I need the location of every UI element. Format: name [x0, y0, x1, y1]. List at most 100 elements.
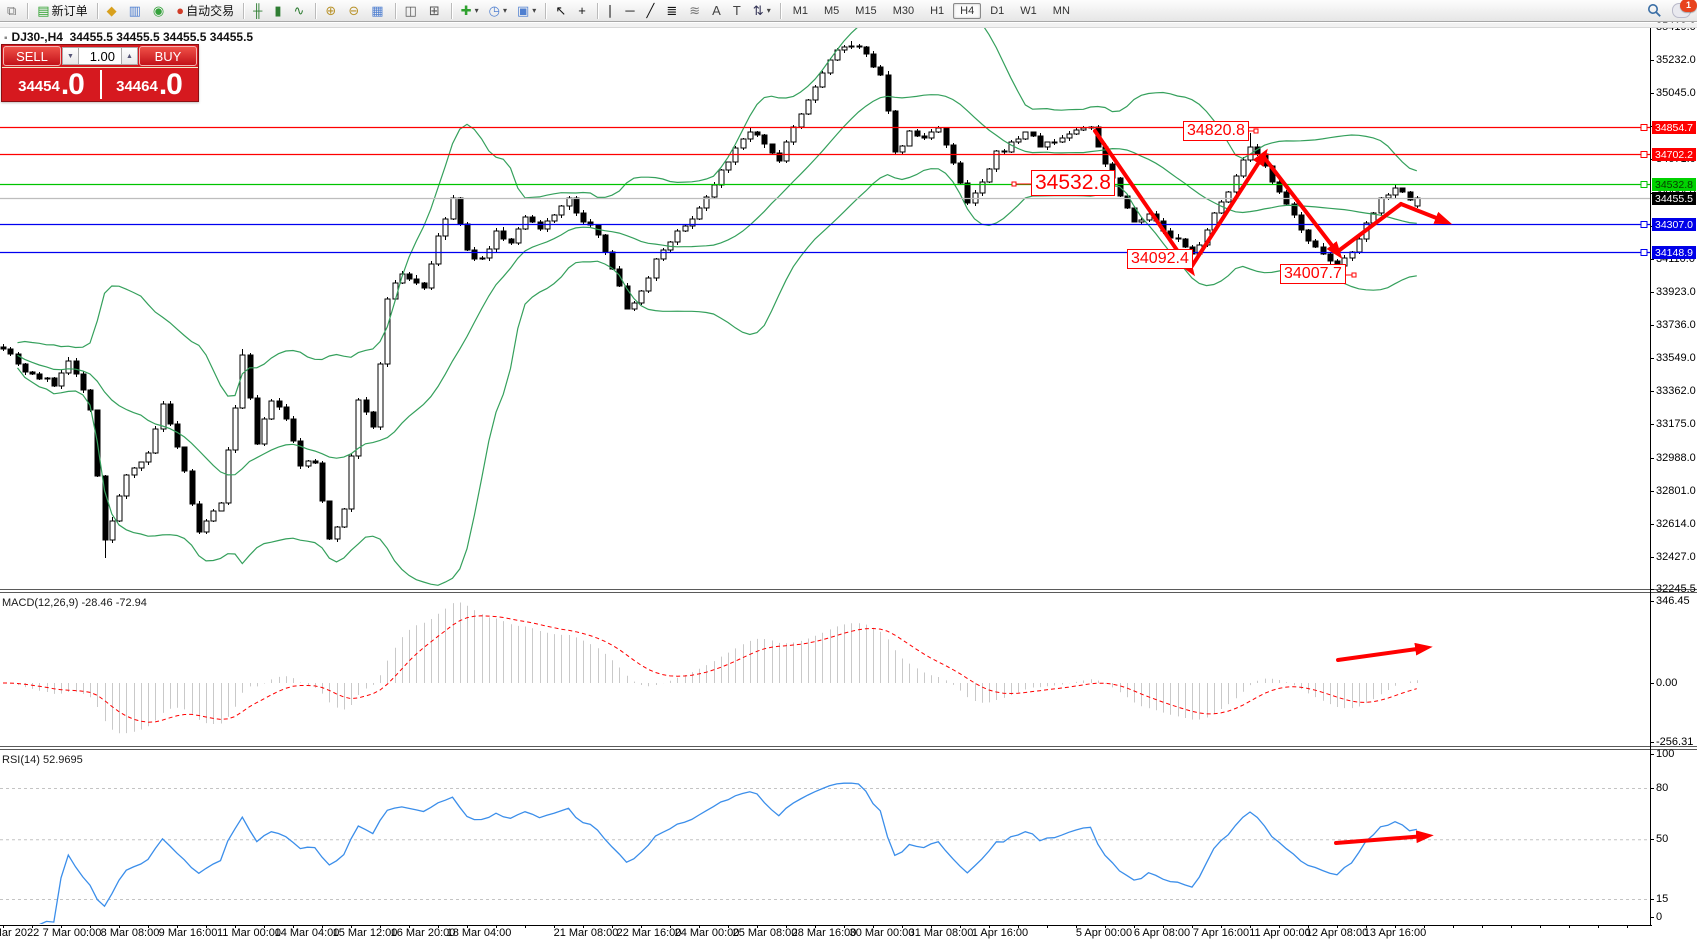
- cascade-windows-icon[interactable]: ⊞: [425, 1, 446, 21]
- price-tick-33175.0: 33175.0: [1656, 418, 1696, 430]
- timeframe-h1[interactable]: H1: [923, 3, 951, 19]
- hline-icon[interactable]: ─: [621, 1, 640, 21]
- buy-button[interactable]: BUY: [139, 46, 197, 66]
- equidistant-channel-icon[interactable]: ≣: [662, 1, 683, 21]
- timeframe-m1[interactable]: M1: [786, 3, 815, 19]
- time-label: 7 Mar 00:00: [43, 927, 102, 939]
- time-label: 28 Mar 16:00: [792, 927, 857, 939]
- trendline-icon[interactable]: ╱: [643, 1, 661, 21]
- periods-icon[interactable]: ◷▾: [485, 1, 511, 21]
- autotrading-button[interactable]: ●自动交易: [172, 1, 238, 21]
- arrows-icon: ⇅: [753, 2, 764, 20]
- text-label-icon[interactable]: T: [729, 1, 747, 21]
- line-chart-icon[interactable]: ∿: [290, 1, 311, 21]
- annotation-34007.7: 34007.7: [1280, 264, 1346, 284]
- indicators-icon[interactable]: ✚▾: [457, 1, 483, 21]
- macd-tick-346.45: 346.45: [1656, 595, 1690, 607]
- arrows-icon[interactable]: ⇅▾: [749, 1, 775, 21]
- timeframe-m5[interactable]: M5: [817, 3, 846, 19]
- timeframe-mn[interactable]: MN: [1046, 3, 1077, 19]
- sell-button[interactable]: SELL: [3, 46, 61, 66]
- chart-window-mini-icon: ▪: [4, 33, 8, 44]
- trend-arrow: [1337, 204, 1401, 252]
- time-label: Mar 2022: [0, 927, 39, 939]
- price-divider: [100, 70, 102, 99]
- volume-input[interactable]: 1.00: [79, 47, 121, 65]
- hline-icon: ─: [625, 2, 634, 20]
- search-icon[interactable]: [1647, 3, 1662, 18]
- annotation-34820.8: 34820.8: [1183, 121, 1249, 141]
- rsi-line: [32, 783, 1417, 925]
- symbol-ohlc: 34455.5 34455.5 34455.5 34455.5: [70, 30, 254, 44]
- volume-increase-button[interactable]: ▲: [121, 47, 138, 65]
- price-tick-35232.0: 35232.0: [1656, 54, 1696, 66]
- timeframe-h4[interactable]: H4: [953, 3, 981, 19]
- sell-price[interactable]: 34454.0: [2, 68, 100, 101]
- crosshair-icon: +: [578, 2, 586, 20]
- timeframe-d1[interactable]: D1: [983, 3, 1011, 19]
- current-price-label: 34455.5: [1652, 192, 1696, 205]
- text-icon[interactable]: A: [708, 1, 727, 21]
- timeframe-m15[interactable]: M15: [848, 3, 883, 19]
- new-order-button: ▤: [37, 2, 49, 20]
- macd-histogram: [4, 603, 1418, 734]
- toolbar-separator: [395, 3, 396, 19]
- zoom-in-icon: ⊕: [325, 2, 336, 20]
- crosshair-icon[interactable]: +: [574, 1, 592, 21]
- zoom-out-icon[interactable]: ⊖: [344, 1, 365, 21]
- notification-badge: 1: [1680, 0, 1697, 12]
- time-label: 13 Apr 16:00: [1364, 927, 1426, 939]
- cursor-icon: ↖: [555, 2, 566, 20]
- indicators-icon-dropdown[interactable]: ▾: [475, 6, 479, 15]
- tile-windows-icon[interactable]: ▦: [367, 1, 389, 21]
- price-tick-32427.0: 32427.0: [1656, 551, 1696, 563]
- template-icon-dropdown[interactable]: ▾: [532, 6, 536, 15]
- trendline-icon: ╱: [647, 2, 655, 20]
- rsi-tick-15: 15: [1656, 893, 1668, 905]
- terminal-icon: ▥: [129, 2, 141, 20]
- annotation-34092.4: 34092.4: [1127, 249, 1193, 269]
- time-label: 12 Apr 08:00: [1306, 927, 1368, 939]
- toolbar-separator: [780, 3, 781, 19]
- rsi-tick-80: 80: [1656, 782, 1668, 794]
- time-label: 30 Mar 00:00: [850, 927, 915, 939]
- rsi-tick-0: 0: [1656, 911, 1662, 923]
- window-icon: ⧉: [3, 1, 22, 21]
- zoom-in-icon[interactable]: ⊕: [321, 1, 342, 21]
- chart-canvas[interactable]: [0, 0, 1697, 941]
- indicators-icon: ✚: [461, 2, 472, 20]
- buy-price[interactable]: 34464.0: [100, 68, 198, 101]
- macd-indicator-label: MACD(12,26,9) -28.46 -72.94: [2, 597, 147, 609]
- timeframe-m30[interactable]: M30: [886, 3, 921, 19]
- template-icon[interactable]: ▣▾: [513, 1, 540, 21]
- time-label: 31 Mar 08:00: [909, 927, 974, 939]
- notifications-icon[interactable]: 1: [1672, 3, 1691, 18]
- autotrading-button-label: 自动交易: [186, 2, 234, 19]
- volume-decrease-button[interactable]: ▼: [62, 47, 79, 65]
- periods-icon: ◷: [489, 2, 500, 20]
- vline-icon[interactable]: ∣: [603, 1, 620, 21]
- market-watch-icon[interactable]: ◆: [103, 1, 123, 21]
- window-icon: ⧉: [7, 2, 16, 20]
- line-chart-icon: ∿: [294, 2, 305, 20]
- price-tick-32614.0: 32614.0: [1656, 518, 1696, 530]
- arrange-windows-icon[interactable]: ◫: [401, 1, 423, 21]
- time-label: 11 Mar 00:00: [217, 927, 281, 939]
- cursor-icon[interactable]: ↖: [551, 1, 572, 21]
- new-order-button[interactable]: ▤新订单: [33, 1, 91, 21]
- periods-icon-dropdown[interactable]: ▾: [503, 6, 507, 15]
- arrows-icon-dropdown[interactable]: ▾: [767, 6, 771, 15]
- one-click-trade-panel: SELL ▼ 1.00 ▲ BUY 34454.0 34464.0: [1, 44, 199, 102]
- candle-chart-icon[interactable]: ▮: [270, 1, 287, 21]
- terminal-icon[interactable]: ▥: [125, 1, 147, 21]
- price-tick-32988.0: 32988.0: [1656, 452, 1696, 464]
- toolbar-separator: [597, 3, 598, 19]
- fibonacci-icon[interactable]: ≋: [685, 1, 706, 21]
- price-label-34307.0: 34307.0: [1652, 218, 1696, 231]
- toolbar-separator: [545, 3, 546, 19]
- price-label-34702.2: 34702.2: [1652, 148, 1696, 161]
- bar-chart-icon[interactable]: ╫: [249, 1, 268, 21]
- time-label: 8 Mar 08:00: [101, 927, 160, 939]
- timeframe-w1[interactable]: W1: [1013, 3, 1044, 19]
- signals-icon[interactable]: ◉: [149, 1, 170, 21]
